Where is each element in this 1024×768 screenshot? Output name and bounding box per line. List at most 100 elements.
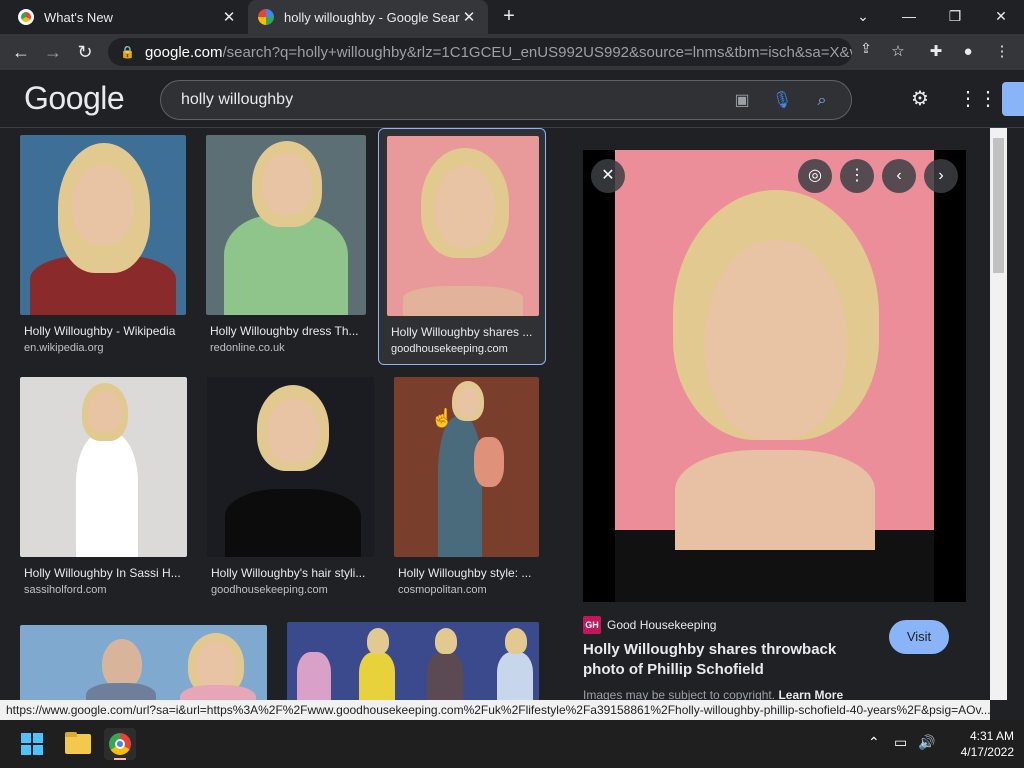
profile-icon[interactable]: ● (958, 42, 978, 62)
result-image[interactable] (207, 377, 374, 557)
new-tab-button[interactable]: + (498, 6, 520, 28)
close-icon[interactable]: ✕ (591, 159, 625, 193)
result-photo (206, 135, 366, 315)
result-photo (287, 622, 539, 700)
image-result[interactable] (287, 622, 539, 700)
visit-button[interactable]: Visit (889, 620, 949, 654)
preview-source[interactable]: GH Good Housekeeping (583, 616, 716, 634)
image-result[interactable]: Holly Willoughby - Wikipedia en.wikipedi… (20, 135, 186, 365)
result-source: goodhousekeeping.com (211, 584, 328, 596)
image-result-selected[interactable]: Holly Willoughby shares ... goodhousekee… (378, 128, 546, 365)
result-photo (20, 377, 187, 557)
result-title[interactable]: Holly Willoughby dress Th... (210, 324, 364, 338)
result-title[interactable]: Holly Willoughby's hair styli... (211, 566, 371, 580)
gear-icon[interactable]: ⚙ (908, 87, 932, 111)
close-window-button[interactable]: ✕ (986, 4, 1016, 28)
result-image[interactable] (394, 377, 539, 557)
image-result[interactable]: Holly Willoughby dress Th... redonline.c… (206, 135, 366, 365)
result-image[interactable] (206, 135, 366, 315)
sign-in-button[interactable] (1002, 82, 1024, 116)
preview-image[interactable] (583, 150, 966, 602)
close-tab-icon[interactable]: ✕ (460, 8, 478, 26)
back-button[interactable]: ← (8, 39, 34, 65)
result-photo (394, 377, 539, 557)
preview-photo (615, 150, 934, 602)
chrome-taskbar-icon[interactable] (104, 728, 136, 760)
result-photo (20, 135, 186, 315)
camera-icon[interactable]: ▣ (731, 90, 753, 112)
menu-icon[interactable]: ⋮ (992, 42, 1012, 62)
url-host: google.com (144, 43, 223, 61)
microphone-icon[interactable]: 🎙 (771, 90, 793, 112)
mouse-cursor-icon: ☝ (431, 408, 454, 428)
preview-title[interactable]: Holly Willoughby shares throwback photo … (583, 640, 873, 680)
result-source: sassiholford.com (24, 584, 107, 596)
system-clock[interactable]: 4:31 AM 4/17/2022 (948, 728, 1014, 760)
result-source: goodhousekeeping.com (391, 343, 508, 355)
restore-button[interactable]: ❐ (940, 4, 970, 28)
result-image[interactable] (387, 136, 539, 316)
image-result[interactable]: Holly Willoughby's hair styli... goodhou… (207, 377, 374, 607)
status-bar-url: https://www.google.com/url?sa=i&url=http… (0, 700, 990, 720)
chrome-icon (18, 9, 34, 25)
google-logo[interactable]: Google (24, 80, 125, 117)
result-photo (20, 625, 267, 700)
chevron-up-icon[interactable]: ⌃ (868, 734, 880, 751)
google-icon (258, 9, 274, 25)
result-source: en.wikipedia.org (24, 342, 104, 354)
previous-icon[interactable]: ‹ (882, 159, 916, 193)
result-image[interactable] (20, 135, 186, 315)
result-title[interactable]: Holly Willoughby style: ... (398, 566, 538, 580)
tab-strip: What's New ✕ holly willoughby - Google S… (0, 0, 1024, 34)
image-result[interactable]: Holly Willoughby In Sassi H... sassiholf… (20, 377, 187, 607)
lens-search-icon[interactable]: ◎ (798, 159, 832, 193)
page-scrollbar[interactable] (990, 128, 1024, 700)
bookmark-star-icon[interactable]: ☆ (888, 42, 908, 62)
image-preview-panel: ✕ ◎ ⋮ ‹ › GH Good Housekeeping Holly Wil… (560, 128, 990, 702)
clock-time: 4:31 AM (969, 729, 1014, 743)
forward-button[interactable]: → (40, 39, 66, 65)
browser-toolbar: ← → ↻ 🔒 google.com /search?q=holly+willo… (0, 34, 1024, 70)
result-source: redonline.co.uk (210, 342, 285, 354)
extensions-icon[interactable]: ✚ (926, 42, 946, 62)
url-path: /search?q=holly+willoughby&rlz=1C1GCEU_e… (222, 43, 852, 61)
result-title[interactable]: Holly Willoughby shares ... (391, 325, 539, 339)
search-query: holly willoughby (181, 91, 294, 108)
windows-start-icon[interactable] (16, 728, 48, 760)
apps-grid-icon[interactable]: ⋮⋮ (958, 87, 998, 111)
result-image[interactable] (20, 377, 187, 557)
file-explorer-icon[interactable] (62, 728, 94, 760)
image-result[interactable] (20, 625, 267, 700)
close-tab-icon[interactable]: ✕ (220, 8, 238, 26)
volume-icon[interactable]: 🔊 (918, 734, 935, 751)
tab-google-search[interactable]: holly willoughby - Google Search ✕ (248, 0, 488, 34)
search-input[interactable]: holly willoughby ▣ 🎙 ⌕ (160, 80, 852, 120)
more-options-icon[interactable]: ⋮ (840, 159, 874, 193)
source-name: Good Housekeeping (607, 618, 717, 632)
tab-title: holly willoughby - Google Search (284, 9, 460, 25)
minimize-button[interactable]: — (894, 4, 924, 28)
clock-date: 4/17/2022 (960, 745, 1014, 759)
reload-button[interactable]: ↻ (72, 39, 98, 65)
tab-search-icon[interactable]: ⌄ (848, 4, 878, 28)
next-icon[interactable]: › (924, 159, 958, 193)
result-image[interactable] (287, 622, 539, 700)
result-photo (207, 377, 374, 557)
result-source: cosmopolitan.com (398, 584, 487, 596)
source-favicon: GH (583, 616, 601, 634)
scroll-track[interactable] (990, 128, 1007, 700)
address-bar[interactable]: 🔒 google.com /search?q=holly+willoughby&… (108, 38, 852, 66)
result-image[interactable] (20, 625, 267, 700)
search-icon[interactable]: ⌕ (811, 90, 833, 112)
network-icon[interactable]: ▭ (894, 734, 907, 751)
result-title[interactable]: Holly Willoughby In Sassi H... (24, 566, 184, 580)
windows-taskbar: ⌃ ▭ 🔊 4:31 AM 4/17/2022 (0, 720, 1024, 768)
tab-whats-new[interactable]: What's New ✕ (8, 0, 248, 34)
image-result[interactable]: Holly Willoughby style: ... cosmopolitan… (394, 377, 539, 607)
share-icon[interactable]: ⇪ (856, 38, 876, 58)
image-results-grid: Holly Willoughby - Wikipedia en.wikipedi… (0, 128, 560, 700)
result-title[interactable]: Holly Willoughby - Wikipedia (24, 324, 184, 338)
result-photo (387, 136, 539, 316)
google-header: Google holly willoughby ▣ 🎙 ⌕ ⚙ ⋮⋮ (0, 70, 1024, 128)
scroll-thumb[interactable] (993, 138, 1004, 273)
